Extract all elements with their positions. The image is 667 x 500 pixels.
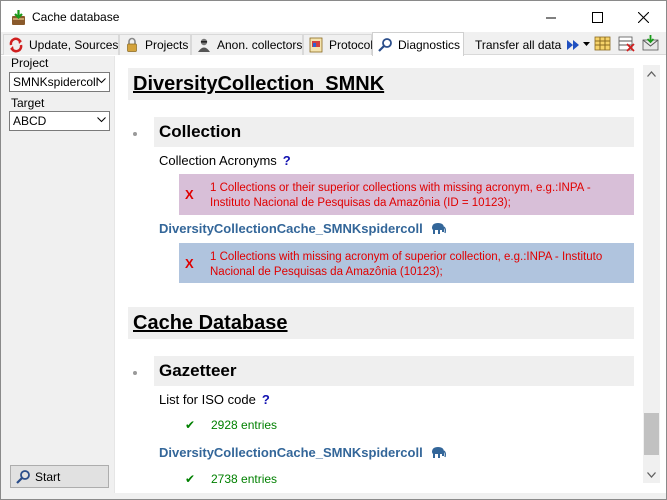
tab-projects[interactable]: Projects [119, 34, 191, 55]
error-message-text: 1 Collections with missing acronym of su… [210, 251, 603, 278]
help-link[interactable]: ? [283, 153, 291, 168]
diagnostics-content: DiversityCollection_SMNK Collection Coll… [114, 56, 643, 493]
cache-database-app-icon [12, 10, 25, 25]
mail-download-icon[interactable] [642, 35, 659, 52]
vertical-scrollbar[interactable] [643, 65, 660, 483]
minimize-button[interactable] [528, 1, 574, 33]
cache-database-name: DiversityCollectionCache_SMNKspidercoll [159, 445, 446, 460]
magnifier-icon [378, 37, 392, 52]
chevron-down-icon [97, 78, 106, 84]
target-select-value: ABCD [13, 114, 47, 128]
start-button[interactable]: Start [10, 465, 109, 488]
title-bar: Cache database [0, 0, 667, 32]
error-message-text: 1 Collections or their superior collecti… [210, 182, 591, 209]
postgres-elephant-icon [431, 447, 446, 458]
scrollbar-thumb[interactable] [644, 413, 659, 455]
tab-protocol[interactable]: Protocol [303, 34, 373, 55]
bottom-border [1, 493, 666, 499]
bullet [133, 132, 137, 136]
scroll-up-button[interactable] [643, 65, 660, 82]
cache-database-name: DiversityCollectionCache_SMNKspidercoll [159, 221, 446, 236]
fast-forward-icon [567, 39, 580, 50]
error-x-icon: X [185, 187, 194, 202]
bullet [133, 371, 137, 375]
chevron-down-icon [97, 117, 106, 123]
close-button[interactable] [620, 1, 666, 33]
magnifier-icon [16, 469, 30, 484]
left-panel: Project SMNKspidercoll Target ABCD Start [1, 56, 114, 493]
checkmark-icon: ✔ [185, 472, 196, 486]
maximize-icon [591, 11, 603, 23]
lock-icon [127, 37, 137, 52]
update-sources-icon [9, 37, 23, 53]
scroll-down-button[interactable] [643, 466, 660, 483]
help-link[interactable]: ? [262, 392, 270, 407]
iso-code-row: List for ISO code? [159, 392, 270, 407]
cache-entries-status: ✔ 2738 entries [185, 472, 278, 486]
subsection-heading-collection: Collection [154, 117, 634, 147]
project-select[interactable]: SMNKspidercoll [9, 72, 110, 92]
section-heading-cache-database: Cache Database [128, 307, 634, 339]
collection-acronyms-label: Collection Acronyms [159, 153, 277, 168]
tab-diagnostics[interactable]: Diagnostics [372, 32, 464, 56]
maximize-button[interactable] [574, 1, 620, 33]
error-message-missing-acronym: X 1 Collections or their superior collec… [179, 174, 634, 215]
error-x-icon: X [185, 256, 194, 271]
window-title: Cache database [32, 10, 120, 24]
target-label: Target [11, 96, 45, 110]
chevron-down-icon [583, 42, 591, 46]
minimize-icon [545, 17, 556, 18]
checkmark-icon: ✔ [185, 418, 196, 432]
postgres-elephant-icon [431, 223, 446, 234]
project-label: Project [11, 56, 49, 70]
collection-acronyms-row: Collection Acronyms? [159, 153, 291, 168]
table-settings-icon[interactable] [594, 35, 611, 52]
project-select-value: SMNKspidercoll [13, 75, 99, 89]
chevron-down-icon [647, 471, 656, 478]
table-delete-icon[interactable] [618, 35, 635, 52]
subsection-heading-gazetteer: Gazetteer [154, 356, 634, 386]
anonymous-person-icon [198, 38, 210, 52]
protocol-icon [309, 37, 323, 53]
section-heading-diversitycollection: DiversityCollection_SMNK [128, 68, 634, 100]
tab-anon-collectors[interactable]: Anon. collectors [191, 34, 303, 55]
error-message-superior-acronym: X 1 Collections with missing acronym of … [179, 243, 634, 283]
tab-update-sources[interactable]: Update, Sources [3, 34, 119, 55]
target-select[interactable]: ABCD [9, 111, 110, 131]
transfer-all-data-button[interactable]: Transfer all data [475, 34, 591, 55]
start-button-label: Start [35, 469, 61, 484]
chevron-up-icon [647, 70, 656, 77]
close-icon [637, 11, 649, 23]
iso-entries-status: ✔ 2928 entries [185, 418, 278, 432]
tab-strip: Update, Sources Projects Anon. collector… [1, 32, 666, 56]
iso-code-label: List for ISO code [159, 392, 256, 407]
